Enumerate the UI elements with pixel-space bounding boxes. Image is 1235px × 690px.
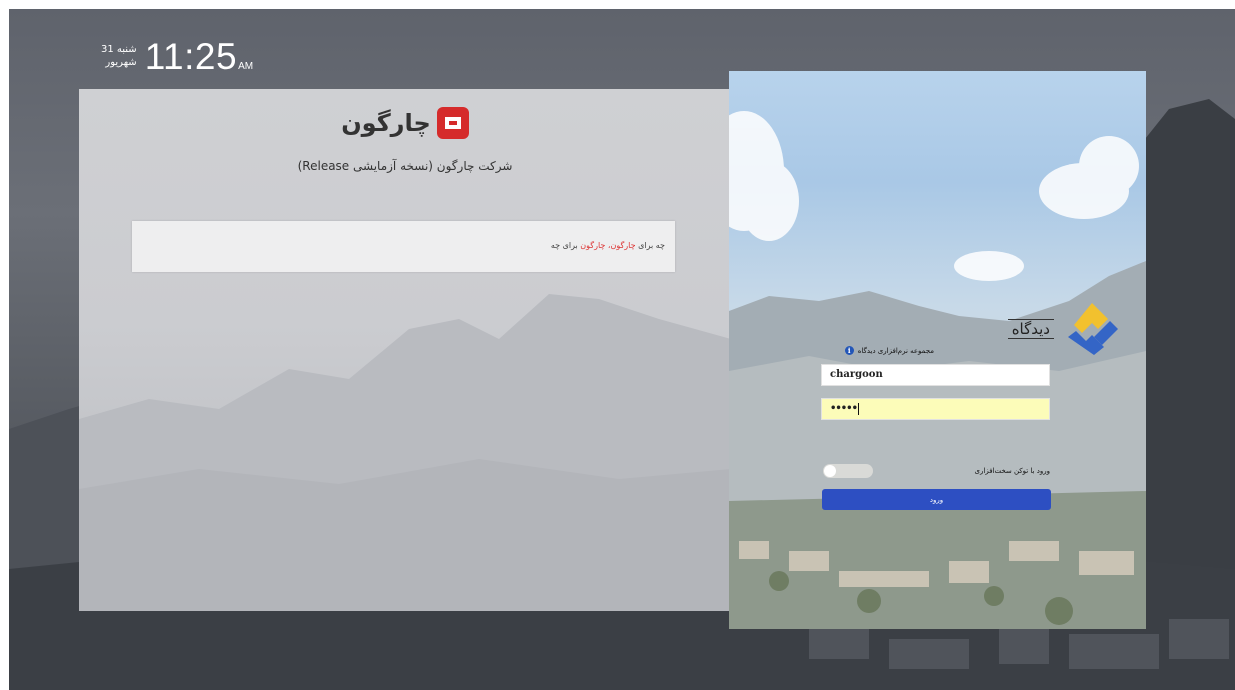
company-info-panel: چارگون شرکت چارگون (نسخه آزمایشی Release… — [79, 89, 731, 611]
clock-time: 11:25 — [144, 36, 238, 77]
didgah-logo-icon — [1068, 303, 1118, 355]
chargoon-logo: چارگون — [79, 107, 731, 139]
clock-ampm: AM — [238, 61, 254, 72]
clock-month: شهریور — [105, 57, 137, 68]
login-panel: دیدگاه مجموعه نرم‌افزاری دیدگاه i chargo… — [729, 71, 1146, 629]
password-value: ••••• — [830, 403, 858, 414]
hardware-token-toggle[interactable] — [823, 464, 873, 478]
system-label: مجموعه نرم‌افزاری دیدگاه i — [844, 346, 934, 355]
clock-date: شنبه 31 شهریور — [101, 43, 137, 69]
text-caret — [857, 402, 859, 415]
login-button[interactable]: ورود — [822, 489, 1051, 510]
brand-wordmark: دیدگاه — [1007, 319, 1054, 339]
info-icon[interactable]: i — [844, 346, 854, 355]
username-input[interactable]: chargoon — [821, 364, 1050, 386]
notice-box: چه برای چارگون، چارگون برای چه — [132, 221, 675, 272]
system-label-text: مجموعه نرم‌افزاری دیدگاه — [857, 346, 934, 355]
password-input[interactable]: ••••• — [821, 398, 1050, 420]
notice-message: چه برای چارگون، چارگون برای چه — [551, 241, 665, 250]
lock-clock: شنبه 31 شهریور 11:25 AM — [101, 37, 253, 77]
chargoon-logo-icon — [436, 107, 469, 139]
didgah-brand: دیدگاه — [1007, 301, 1120, 357]
clock-day: شنبه 31 — [101, 44, 137, 55]
notice-link[interactable]: چارگون، چارگون — [580, 241, 635, 250]
company-name: شرکت چارگون (نسخه آزمایشی Release) — [297, 159, 513, 173]
notice-text-end: برای چه — [550, 241, 578, 250]
hardware-token-label: ورود با توکن سخت‌افزاری — [974, 467, 1050, 475]
company-logo-text: چارگون — [341, 109, 431, 137]
toggle-knob — [824, 465, 836, 477]
notice-text-start: چه برای — [638, 241, 665, 250]
